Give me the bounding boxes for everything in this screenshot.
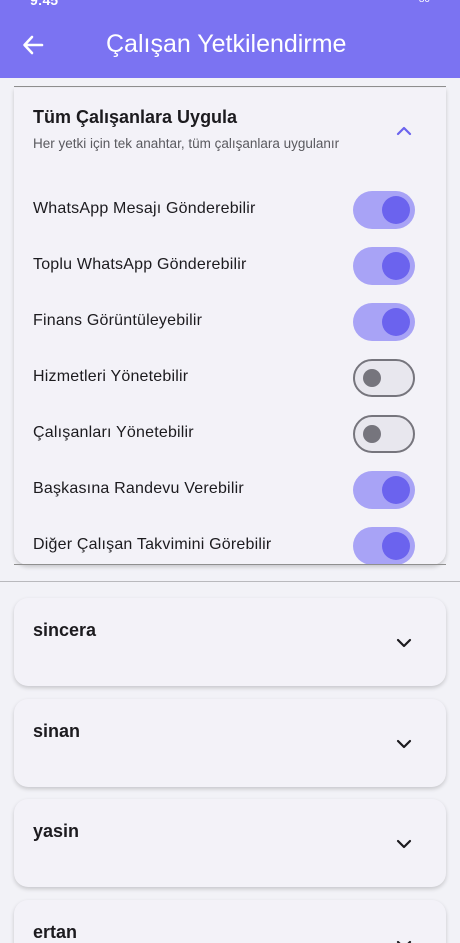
apply-all-card: Tüm Çalışanlara Uygula Her yetki için te… bbox=[14, 88, 446, 565]
toggle-knob bbox=[363, 369, 381, 387]
main-content: Tüm Çalışanlara Uygula Her yetki için te… bbox=[0, 78, 460, 943]
permission-label: Finans Görüntüleyebilir bbox=[33, 312, 203, 329]
back-arrow-icon[interactable] bbox=[22, 34, 44, 56]
section-divider bbox=[0, 581, 460, 582]
permission-label: Hizmetleri Yönetebilir bbox=[33, 368, 189, 385]
permission-toggle[interactable] bbox=[353, 359, 415, 397]
apply-all-title: Tüm Çalışanlara Uygula bbox=[33, 107, 238, 127]
permission-row: Diğer Çalışan Takvimini Görebilir bbox=[33, 525, 415, 565]
permission-row: Finans Görüntüleyebilir bbox=[33, 301, 415, 341]
permission-toggle[interactable] bbox=[353, 415, 415, 453]
permission-toggle[interactable] bbox=[353, 247, 415, 285]
permission-row: Başkasına Randevu Verebilir bbox=[33, 469, 415, 509]
page-title: Çalışan Yetkilendirme bbox=[106, 30, 347, 58]
employee-name: sinan bbox=[33, 721, 81, 741]
toggle-knob bbox=[382, 476, 410, 504]
permission-row: Hizmetleri Yönetebilir bbox=[33, 357, 415, 397]
toggle-knob bbox=[382, 532, 410, 560]
app-bar: Çalışan Yetkilendirme bbox=[0, 8, 460, 78]
toggle-knob bbox=[363, 425, 381, 443]
chevron-down-icon[interactable] bbox=[394, 935, 414, 943]
permission-row: WhatsApp Mesajı Gönderebilir bbox=[33, 189, 415, 229]
chevron-down-icon[interactable] bbox=[394, 734, 414, 754]
permission-toggle[interactable] bbox=[353, 471, 415, 509]
status-time: 9:45 bbox=[30, 0, 59, 8]
employee-card[interactable]: sincera bbox=[14, 598, 446, 686]
permission-toggle[interactable] bbox=[353, 303, 415, 341]
employee-name: ertan bbox=[33, 922, 78, 942]
chevron-down-icon[interactable] bbox=[394, 633, 414, 653]
permission-label: Başkasına Randevu Verebilir bbox=[33, 480, 244, 497]
chevron-down-icon[interactable] bbox=[394, 834, 414, 854]
permission-toggle[interactable] bbox=[353, 527, 415, 565]
divider bbox=[14, 86, 446, 87]
chevron-up-icon[interactable] bbox=[394, 121, 414, 141]
employee-name: sincera bbox=[33, 620, 97, 640]
permission-label: Diğer Çalışan Takvimini Görebilir bbox=[33, 536, 272, 553]
toggle-knob bbox=[382, 196, 410, 224]
employee-card[interactable]: ertan bbox=[14, 900, 446, 943]
permission-label: Çalışanları Yönetebilir bbox=[33, 424, 194, 441]
permission-toggle[interactable] bbox=[353, 191, 415, 229]
permission-row: Toplu WhatsApp Gönderebilir bbox=[33, 245, 415, 285]
toggle-knob bbox=[382, 252, 410, 280]
battery-indicator: 80 bbox=[419, 0, 430, 5]
apply-all-subtitle: Her yetki için tek anahtar, tüm çalışanl… bbox=[33, 136, 340, 151]
status-bar: 9:45 80 bbox=[0, 0, 460, 8]
employee-card[interactable]: yasin bbox=[14, 799, 446, 887]
toggle-knob bbox=[382, 308, 410, 336]
divider bbox=[14, 564, 446, 565]
permission-label: WhatsApp Mesajı Gönderebilir bbox=[33, 200, 256, 217]
permission-label: Toplu WhatsApp Gönderebilir bbox=[33, 256, 247, 273]
permission-row: Çalışanları Yönetebilir bbox=[33, 413, 415, 453]
employee-card[interactable]: sinan bbox=[14, 699, 446, 787]
employee-name: yasin bbox=[33, 821, 80, 841]
